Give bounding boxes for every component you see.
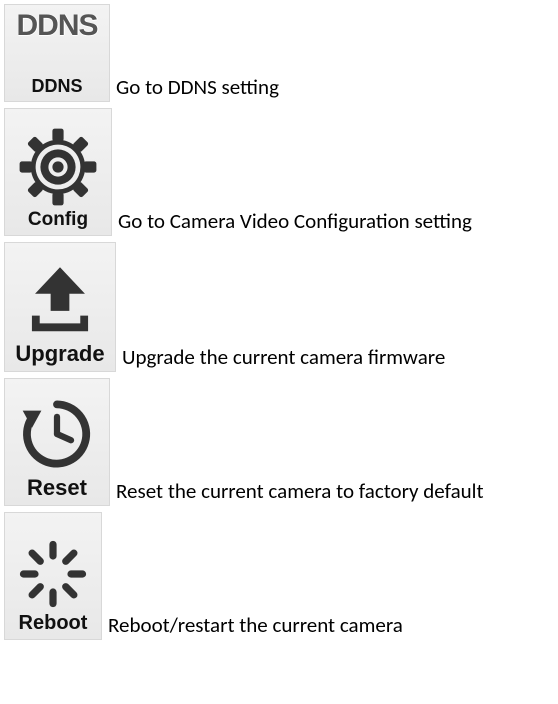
icon-cell: Reset bbox=[4, 378, 110, 506]
item-row-upgrade: Upgrade Upgrade the current camera firmw… bbox=[4, 242, 554, 372]
icon-label: Reset bbox=[27, 475, 87, 501]
ddns-icon-graphic: DDNS bbox=[16, 9, 97, 43]
upload-arrow-icon bbox=[21, 261, 99, 339]
reset-icon[interactable]: Reset bbox=[4, 378, 110, 506]
reboot-icon[interactable]: Reboot bbox=[4, 512, 102, 640]
spinner-icon bbox=[17, 538, 89, 610]
icon-label: DDNS bbox=[31, 76, 82, 97]
ddns-icon[interactable]: DDNS DDNS bbox=[4, 4, 110, 102]
description-text: Reboot/restart the current camera bbox=[102, 613, 403, 640]
item-row-reboot: Reboot Reboot/restart the current camera bbox=[4, 512, 554, 640]
description-text: Upgrade the current camera firmware bbox=[116, 345, 445, 372]
item-row-config: Config Go to Camera Video Configuration … bbox=[4, 108, 554, 236]
item-row-ddns: DDNS DDNS Go to DDNS setting bbox=[4, 4, 554, 102]
description-text: Reset the current camera to factory defa… bbox=[110, 479, 484, 506]
history-clock-icon bbox=[18, 395, 96, 473]
icon-label: Config bbox=[28, 209, 88, 231]
icon-cell: Upgrade bbox=[4, 242, 116, 372]
gear-camera-icon bbox=[18, 127, 98, 207]
config-icon[interactable]: Config bbox=[4, 108, 112, 236]
upgrade-icon[interactable]: Upgrade bbox=[4, 242, 116, 372]
description-text: Go to Camera Video Configuration setting bbox=[112, 209, 472, 236]
icon-label: Reboot bbox=[19, 612, 88, 635]
icon-cell: Config bbox=[4, 108, 112, 236]
icon-label: Upgrade bbox=[15, 341, 104, 367]
icon-cell: DDNS DDNS bbox=[4, 4, 110, 102]
icon-cell: Reboot bbox=[4, 512, 102, 640]
description-text: Go to DDNS setting bbox=[110, 75, 279, 102]
item-row-reset: Reset Reset the current camera to factor… bbox=[4, 378, 554, 506]
